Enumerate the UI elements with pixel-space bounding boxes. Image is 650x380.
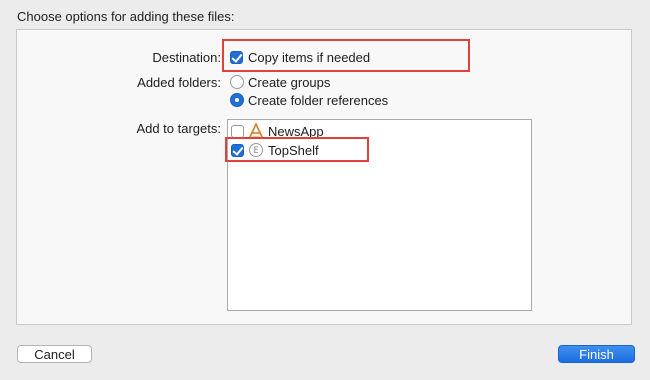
destination-label: Destination: bbox=[152, 50, 221, 65]
topshelf-highlight bbox=[225, 137, 369, 162]
add-to-targets-label: Add to targets: bbox=[136, 121, 221, 136]
create-groups-label[interactable]: Create groups bbox=[248, 75, 330, 90]
destination-highlight bbox=[222, 39, 470, 72]
create-folder-references-radio[interactable] bbox=[230, 93, 244, 107]
create-folder-references-label[interactable]: Create folder references bbox=[248, 93, 388, 108]
create-groups-radio[interactable] bbox=[230, 75, 244, 89]
dialog-title: Choose options for adding these files: bbox=[17, 9, 235, 24]
options-panel: Destination: Copy items if needed Added … bbox=[16, 29, 632, 325]
added-folders-label: Added folders: bbox=[137, 75, 221, 90]
finish-button[interactable]: Finish bbox=[558, 345, 635, 363]
cancel-button[interactable]: Cancel bbox=[17, 345, 92, 363]
